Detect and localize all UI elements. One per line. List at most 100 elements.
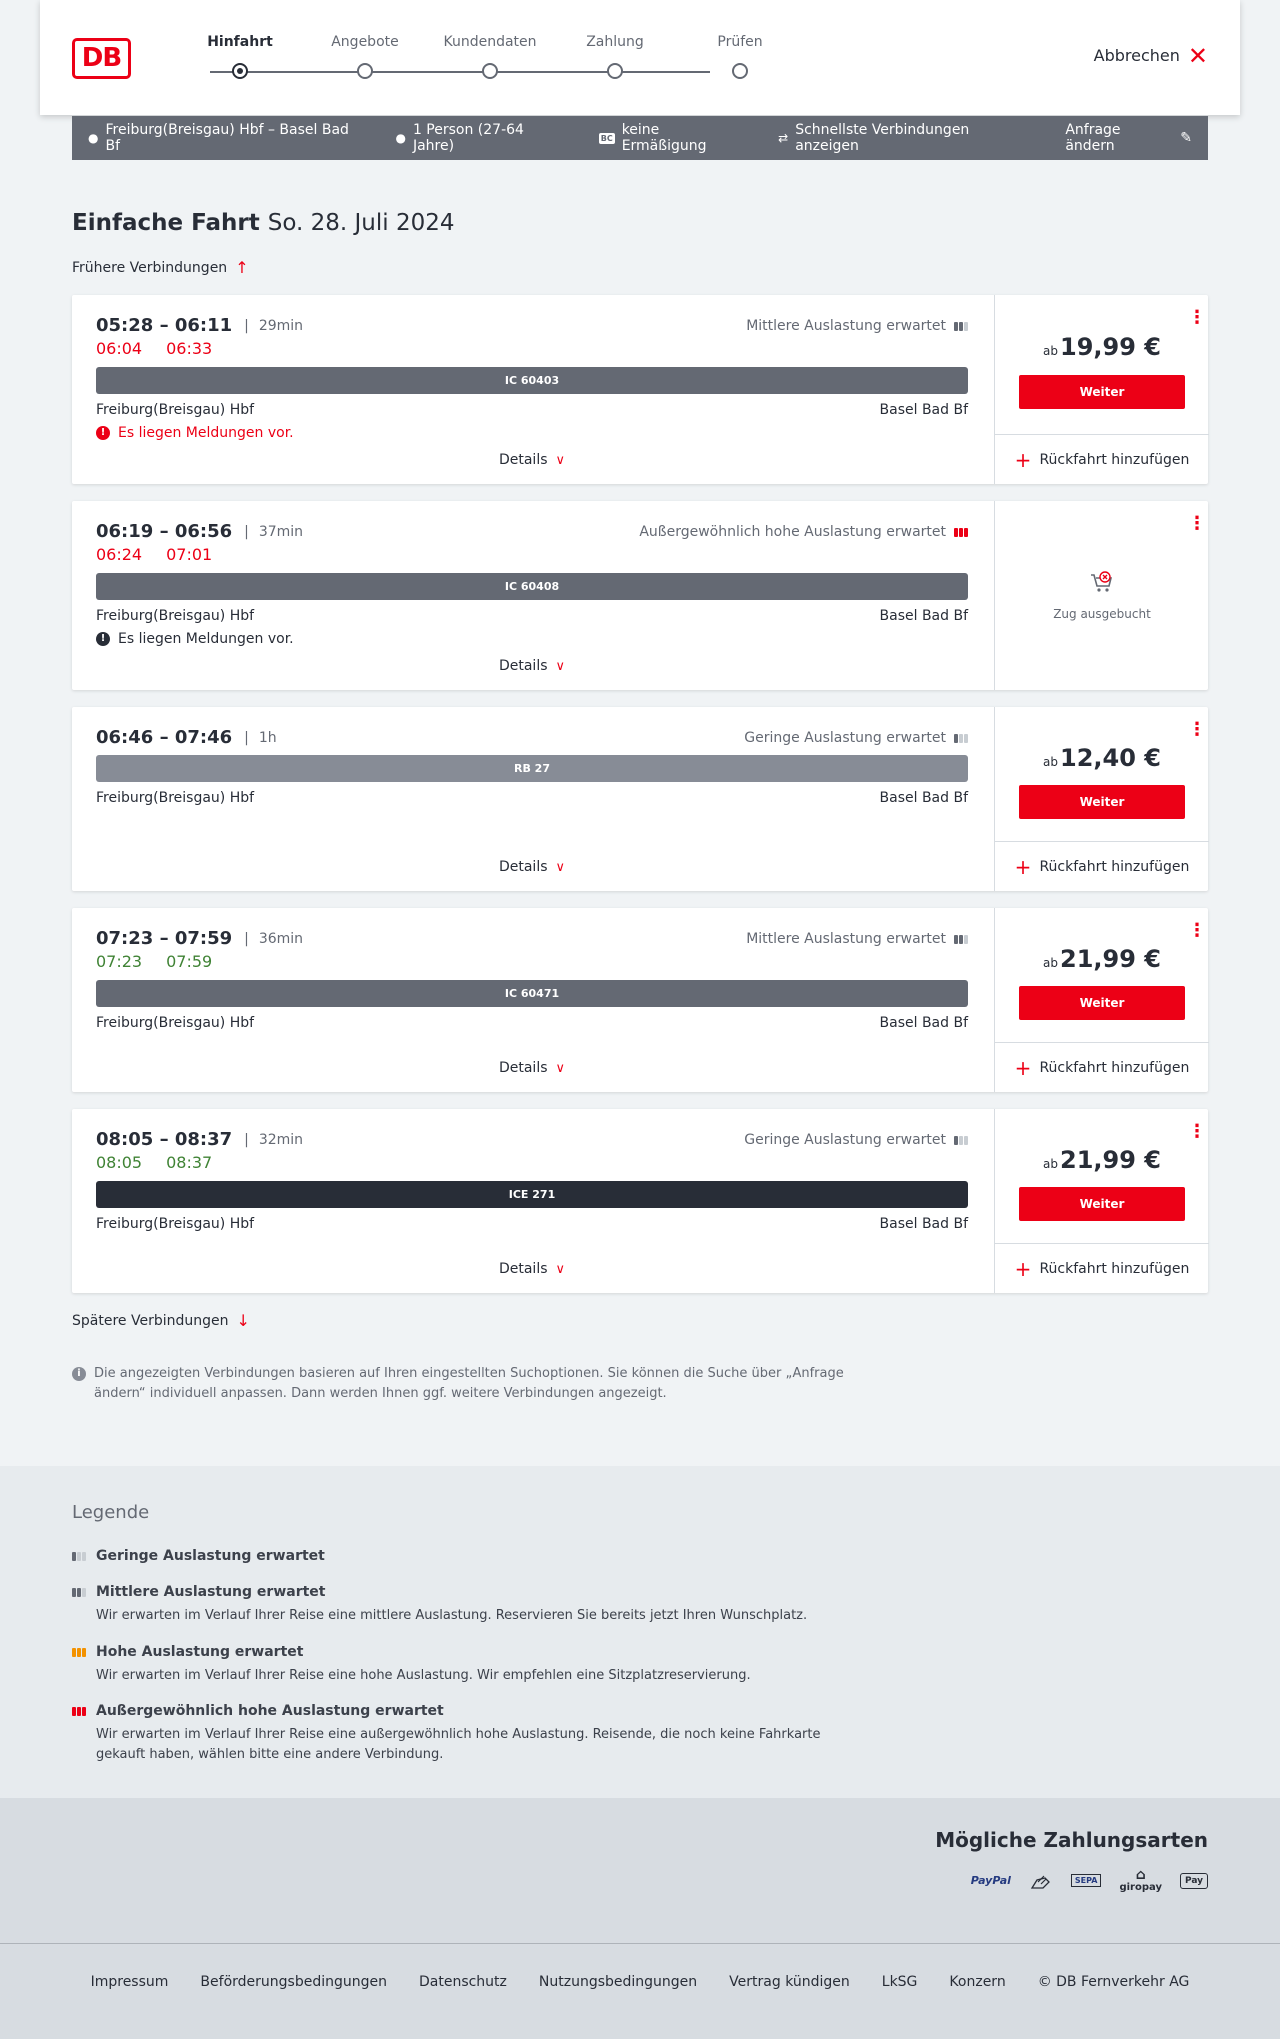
more-options-icon[interactable]: ⋮ [1188, 309, 1206, 327]
footer-link-datenschutz[interactable]: Datenschutz [419, 1974, 507, 1990]
add-return-label: Rückfahrt hinzufügen [1039, 451, 1190, 468]
duration: 36min [258, 930, 304, 947]
db-logo[interactable]: DB [72, 38, 131, 79]
step-label: Angebote [331, 34, 399, 50]
details-toggle[interactable]: Details ∨ [96, 1060, 968, 1076]
add-return-button[interactable]: + Rückfahrt hinzufügen [995, 1243, 1209, 1293]
plus-icon: + [1014, 1256, 1032, 1281]
cancel-button[interactable]: Abbrechen ✕ [1094, 41, 1208, 70]
footer-link-vertrag-kuendigen[interactable]: Vertrag kündigen [729, 1974, 850, 1990]
continue-button[interactable]: Weiter [1019, 1187, 1185, 1221]
sepa-icon: SEPA [1070, 1874, 1102, 1887]
realtime-times: 06:04 06:33 [96, 339, 236, 358]
details-label: Details [498, 1261, 548, 1277]
connection-info: 08:05 – 08:37 | 32min 08:05 08:37 Geringe… [96, 1109, 968, 1293]
connection-info: 07:23 – 07:59 | 36min 07:23 07:59 Mittler… [96, 908, 968, 1092]
price-prefix: ab [1043, 755, 1058, 769]
continue-button[interactable]: Weiter [1019, 785, 1185, 819]
earlier-label: Frühere Verbindungen [72, 259, 228, 276]
occupancy-medium-icon [954, 934, 968, 944]
realtime-departure: 06:24 [96, 545, 143, 564]
train-bar[interactable]: ICE 271 [96, 1181, 968, 1208]
train-bar[interactable]: IC 60403 [96, 367, 968, 394]
trip-type: Einfache Fahrt [72, 210, 260, 236]
step-hinfahrt: Hinfahrt [180, 34, 300, 79]
realtime-times: 08:05 08:37 [96, 1153, 236, 1172]
planned-times: 05:28 – 06:11 [96, 315, 233, 336]
legend-section: Legende Geringe Auslastung erwartet Mitt… [0, 1466, 1280, 1798]
step-label: Zahlung [586, 34, 644, 50]
header: DB Hinfahrt Angebote Kundendaten Zahlung… [40, 0, 1240, 115]
departure-station: Freiburg(Breisgau) Hbf [96, 608, 255, 624]
details-toggle[interactable]: Details ∨ [96, 658, 968, 674]
duration: 37min [258, 523, 304, 540]
continue-button[interactable]: Weiter [1019, 986, 1185, 1020]
step-zahlung: Zahlung [555, 34, 675, 79]
location-pin-icon: ● [88, 131, 99, 145]
add-return-label: Rückfahrt hinzufügen [1039, 1059, 1190, 1076]
alert-icon: ! [96, 632, 110, 646]
continue-button[interactable]: Weiter [1019, 375, 1185, 409]
arrow-down-icon: ↓ [236, 1311, 250, 1330]
price-value: 12,40 € [1060, 744, 1161, 772]
legend-description: Wir erwarten im Verlauf Ihrer Reise eine… [96, 1727, 821, 1762]
connection-times: 08:05 – 08:37 | 32min [96, 1129, 303, 1150]
details-toggle[interactable]: Details ∨ [96, 1261, 968, 1277]
notice-message: ! Es liegen Meldungen vor. [96, 631, 294, 647]
separator: | [244, 523, 249, 540]
occupancy-low-icon [954, 733, 968, 743]
details-toggle[interactable]: Details ∨ [96, 452, 968, 468]
arrow-up-icon: ↑ [235, 258, 249, 277]
footer-link-lksg[interactable]: LkSG [882, 1974, 918, 1990]
route-text: Freiburg(Breisgau) Hbf – Basel Bad Bf [105, 122, 349, 154]
details-toggle[interactable]: Details ∨ [96, 859, 968, 875]
train-bar[interactable]: IC 60408 [96, 573, 968, 600]
payment-icons: PayPal SEPA ⌂ giropay Pay [971, 1868, 1208, 1893]
separator: | [244, 729, 249, 746]
arrival-station: Basel Bad Bf [879, 608, 968, 624]
price: ab21,99 € [995, 945, 1209, 973]
train-bar[interactable]: RB 27 [96, 755, 968, 782]
more-options-icon[interactable]: ⋮ [1188, 515, 1206, 533]
planned-times: 06:46 – 07:46 [96, 727, 233, 748]
discount-text: keine Ermäßigung [621, 122, 707, 154]
later-connections-link[interactable]: Spätere Verbindungen ↓ [72, 1311, 250, 1330]
occupancy-medium-icon [954, 321, 968, 331]
edit-query-button[interactable]: Anfrage ändern ✎ [1065, 122, 1192, 154]
footer-link-impressum[interactable]: Impressum [91, 1974, 169, 1990]
occupancy-text: Geringe Auslastung erwartet [744, 730, 946, 746]
close-icon: ✕ [1187, 41, 1208, 70]
add-return-button[interactable]: + Rückfahrt hinzufügen [995, 1042, 1209, 1092]
plus-icon: + [1014, 447, 1032, 472]
add-return-label: Rückfahrt hinzufügen [1039, 858, 1190, 875]
realtime-arrival: 07:01 [166, 545, 213, 564]
more-options-icon[interactable]: ⋮ [1188, 1123, 1206, 1141]
arrival-station: Basel Bad Bf [879, 1216, 968, 1232]
more-options-icon[interactable]: ⋮ [1188, 721, 1206, 739]
separator: | [244, 930, 249, 947]
legend-item-title: Mittlere Auslastung erwartet [72, 1584, 872, 1600]
legend-description: Wir erwarten im Verlauf Ihrer Reise eine… [96, 1608, 808, 1623]
train-bar[interactable]: IC 60471 [96, 980, 968, 1007]
realtime-departure: 06:04 [96, 339, 143, 358]
occupancy-low-icon [954, 1135, 968, 1145]
occupancy-text: Geringe Auslastung erwartet [744, 1132, 946, 1148]
add-return-button[interactable]: + Rückfahrt hinzufügen [995, 841, 1209, 891]
add-return-button[interactable]: + Rückfahrt hinzufügen [995, 434, 1209, 484]
footer-link-konzern[interactable]: Konzern [949, 1974, 1005, 1990]
sold-out: Zug ausgebucht [995, 571, 1209, 621]
realtime-departure: 07:23 [96, 952, 143, 971]
earlier-connections-link[interactable]: Frühere Verbindungen ↑ [72, 258, 249, 277]
occupancy-indicator: Außergewöhnlich hohe Auslastung erwartet [639, 524, 968, 540]
footer-link-befoerderungsbedingungen[interactable]: Beförderungsbedingungen [200, 1974, 387, 1990]
connection-card: 06:46 – 07:46 | 1h Geringe Auslastung er… [72, 707, 1209, 891]
legend-label: Außergewöhnlich hohe Auslastung erwartet [96, 1703, 444, 1719]
connection-times: 05:28 – 06:11 | 29min [96, 315, 303, 336]
more-options-icon[interactable]: ⋮ [1188, 922, 1206, 940]
stations: Freiburg(Breisgau) Hbf Basel Bad Bf [96, 790, 968, 806]
occupancy-indicator: Geringe Auslastung erwartet [744, 1132, 968, 1148]
chevron-down-icon: ∨ [555, 1262, 566, 1277]
summary-route: ● Freiburg(Breisgau) Hbf – Basel Bad Bf [88, 122, 363, 154]
arrival-station: Basel Bad Bf [879, 790, 968, 806]
footer-link-nutzungsbedingungen[interactable]: Nutzungsbedingungen [539, 1974, 697, 1990]
